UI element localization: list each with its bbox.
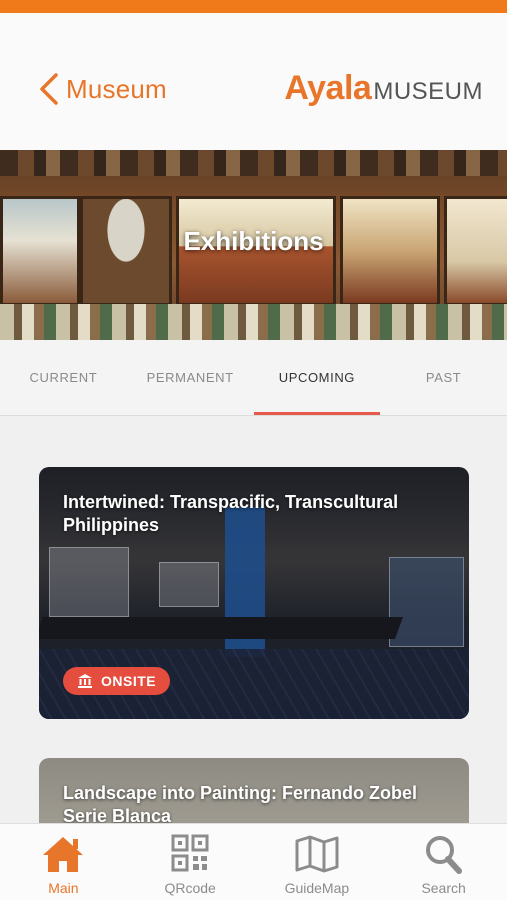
nav-label: Search [421,880,466,896]
app-header: Museum Ayala MUSEUM [0,13,507,150]
nav-qrcode[interactable]: QRcode [127,824,254,900]
nav-label: QRcode [164,880,216,896]
map-icon [295,835,339,873]
banner-painting-strip-top [0,150,507,176]
back-button[interactable]: Museum [36,71,167,107]
museum-icon [78,674,92,688]
tab-current[interactable]: CURRENT [0,340,127,415]
display-table [39,617,404,639]
exhibition-title: Landscape into Painting: Fernando Zobel … [63,783,418,826]
logo-suffix: MUSEUM [373,78,483,105]
status-accent-bar [0,0,507,13]
badge-label: ONSITE [101,673,157,689]
nav-search[interactable]: Search [380,824,507,900]
home-icon [43,837,84,872]
onsite-badge: ONSITE [63,667,171,695]
chevron-left-icon [40,73,58,105]
banner-painting-strip-bottom [0,304,507,340]
back-label: Museum [66,73,167,104]
tab-past[interactable]: PAST [380,340,507,415]
bottom-navigation: Main QRcode GuideMap Search [0,823,507,900]
nav-label: Main [48,880,79,896]
nav-label: GuideMap [284,880,350,896]
display-case [389,557,464,647]
display-case [159,562,219,607]
display-case [49,547,129,617]
page-title: Exhibitions [183,226,324,256]
logo-brand: Ayala [284,69,372,107]
search-icon [425,836,462,874]
exhibition-tabs: CURRENT PERMANENT UPCOMING PAST [0,340,507,416]
nav-guidemap[interactable]: GuideMap [254,824,381,900]
qrcode-icon [171,834,209,872]
exhibition-card[interactable]: Intertwined: Transpacific, Transcultural… [39,467,469,719]
tab-upcoming[interactable]: UPCOMING [253,340,381,415]
tab-permanent[interactable]: PERMANENT [127,340,254,415]
nav-main[interactable]: Main [0,824,127,900]
ayala-museum-logo: Ayala MUSEUM [284,69,483,108]
exhibitions-banner: Exhibitions [0,150,507,340]
exhibition-title: Intertwined: Transpacific, Transcultural… [63,492,399,535]
